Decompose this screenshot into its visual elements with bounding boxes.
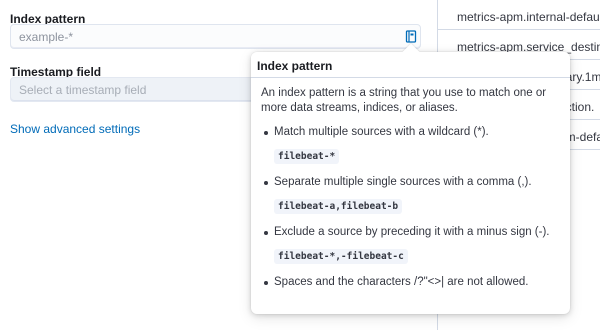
list-item[interactable]: metrics-apm.internal-default (438, 0, 600, 30)
example-code: filebeat-a,filebeat-b (274, 199, 403, 214)
index-pattern-help-popover: Index pattern An index pattern is a stri… (251, 43, 570, 314)
book-icon (405, 30, 416, 43)
show-advanced-settings-link[interactable]: Show advanced settings (10, 122, 140, 136)
example-code: filebeat-* (274, 149, 340, 164)
index-pattern-placeholder: example-* (19, 30, 74, 44)
index-pattern-input[interactable]: example-* (10, 24, 421, 49)
popover-body: An index pattern is a string that you us… (261, 86, 561, 290)
example-code: filebeat-*,-filebeat-c (274, 249, 408, 264)
popover-title: Index pattern (251, 52, 570, 78)
help-bullet-exclude: Exclude a source by preceding it with a … (261, 225, 561, 240)
help-bullet-not-allowed: Spaces and the characters /?"<>| are not… (261, 275, 561, 290)
help-bullet-comma: Separate multiple single sources with a … (261, 175, 561, 190)
popover-intro: An index pattern is a string that you us… (261, 87, 547, 114)
help-bullet-wildcard: Match multiple sources with a wildcard (… (261, 125, 561, 140)
timestamp-field-placeholder: Select a timestamp field (19, 83, 147, 97)
